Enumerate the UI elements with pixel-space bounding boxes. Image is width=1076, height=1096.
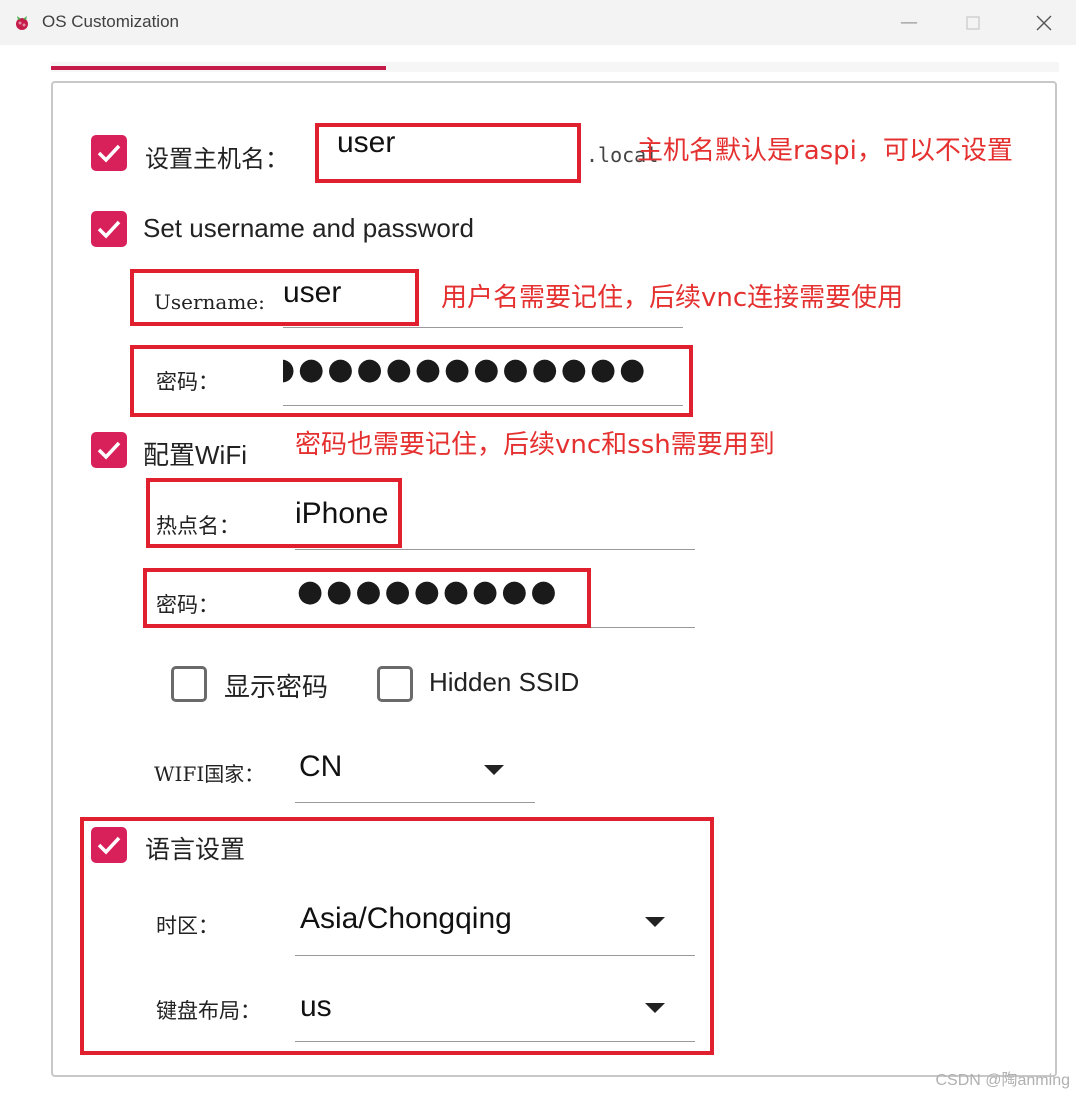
hidden-ssid-label: Hidden SSID [429,667,580,697]
ssid-underline [295,549,695,550]
annotation-username: 用户名需要记住，后续vnc连接需要使用 [441,283,904,313]
window-title: OS Customization [42,12,179,31]
close-icon[interactable] [1033,12,1055,34]
maximize-icon[interactable] [962,12,984,34]
wifi-country-underline [295,802,535,803]
wifi-label: 配置WiFi [143,440,247,470]
minimize-icon[interactable]: — [898,12,920,34]
wifi-country-label: WIFI国家： [154,762,265,786]
show-password-label: 显示密码 [224,672,329,702]
check-icon [97,441,121,460]
annotation-box-user-password [130,345,693,417]
wifi-country-value: CN [299,750,343,783]
annotation-hostname: 主机名默认是raspi，可以不设置 [637,136,1013,166]
annotation-box-ssid [146,478,402,548]
raspberry-pi-icon [16,16,28,30]
title-bar: OS Customization — [0,0,1076,45]
hidden-ssid-checkbox[interactable] [377,666,413,702]
user-label: Set username and password [143,213,474,243]
wifi-checkbox[interactable] [91,432,127,468]
hostname-checkbox[interactable] [91,135,127,171]
show-password-checkbox[interactable] [171,666,207,702]
tab-general-indicator[interactable] [51,66,386,70]
annotation-user-password: 密码也需要记住，后续vnc和ssh需要用到 [295,430,775,460]
chevron-down-icon [484,765,504,775]
wifi-country-select[interactable]: CN [295,746,535,802]
user-checkbox[interactable] [91,211,127,247]
watermark: CSDN @陶anming [935,1072,1070,1089]
annotation-box-username [130,269,419,326]
username-underline [283,327,683,328]
annotation-box-wifi-password [143,568,591,628]
check-icon [97,220,121,239]
annotation-box-locale [80,817,714,1055]
annotation-box-hostname [315,123,581,183]
hostname-label: 设置主机名： [145,145,289,173]
check-icon [97,144,121,163]
